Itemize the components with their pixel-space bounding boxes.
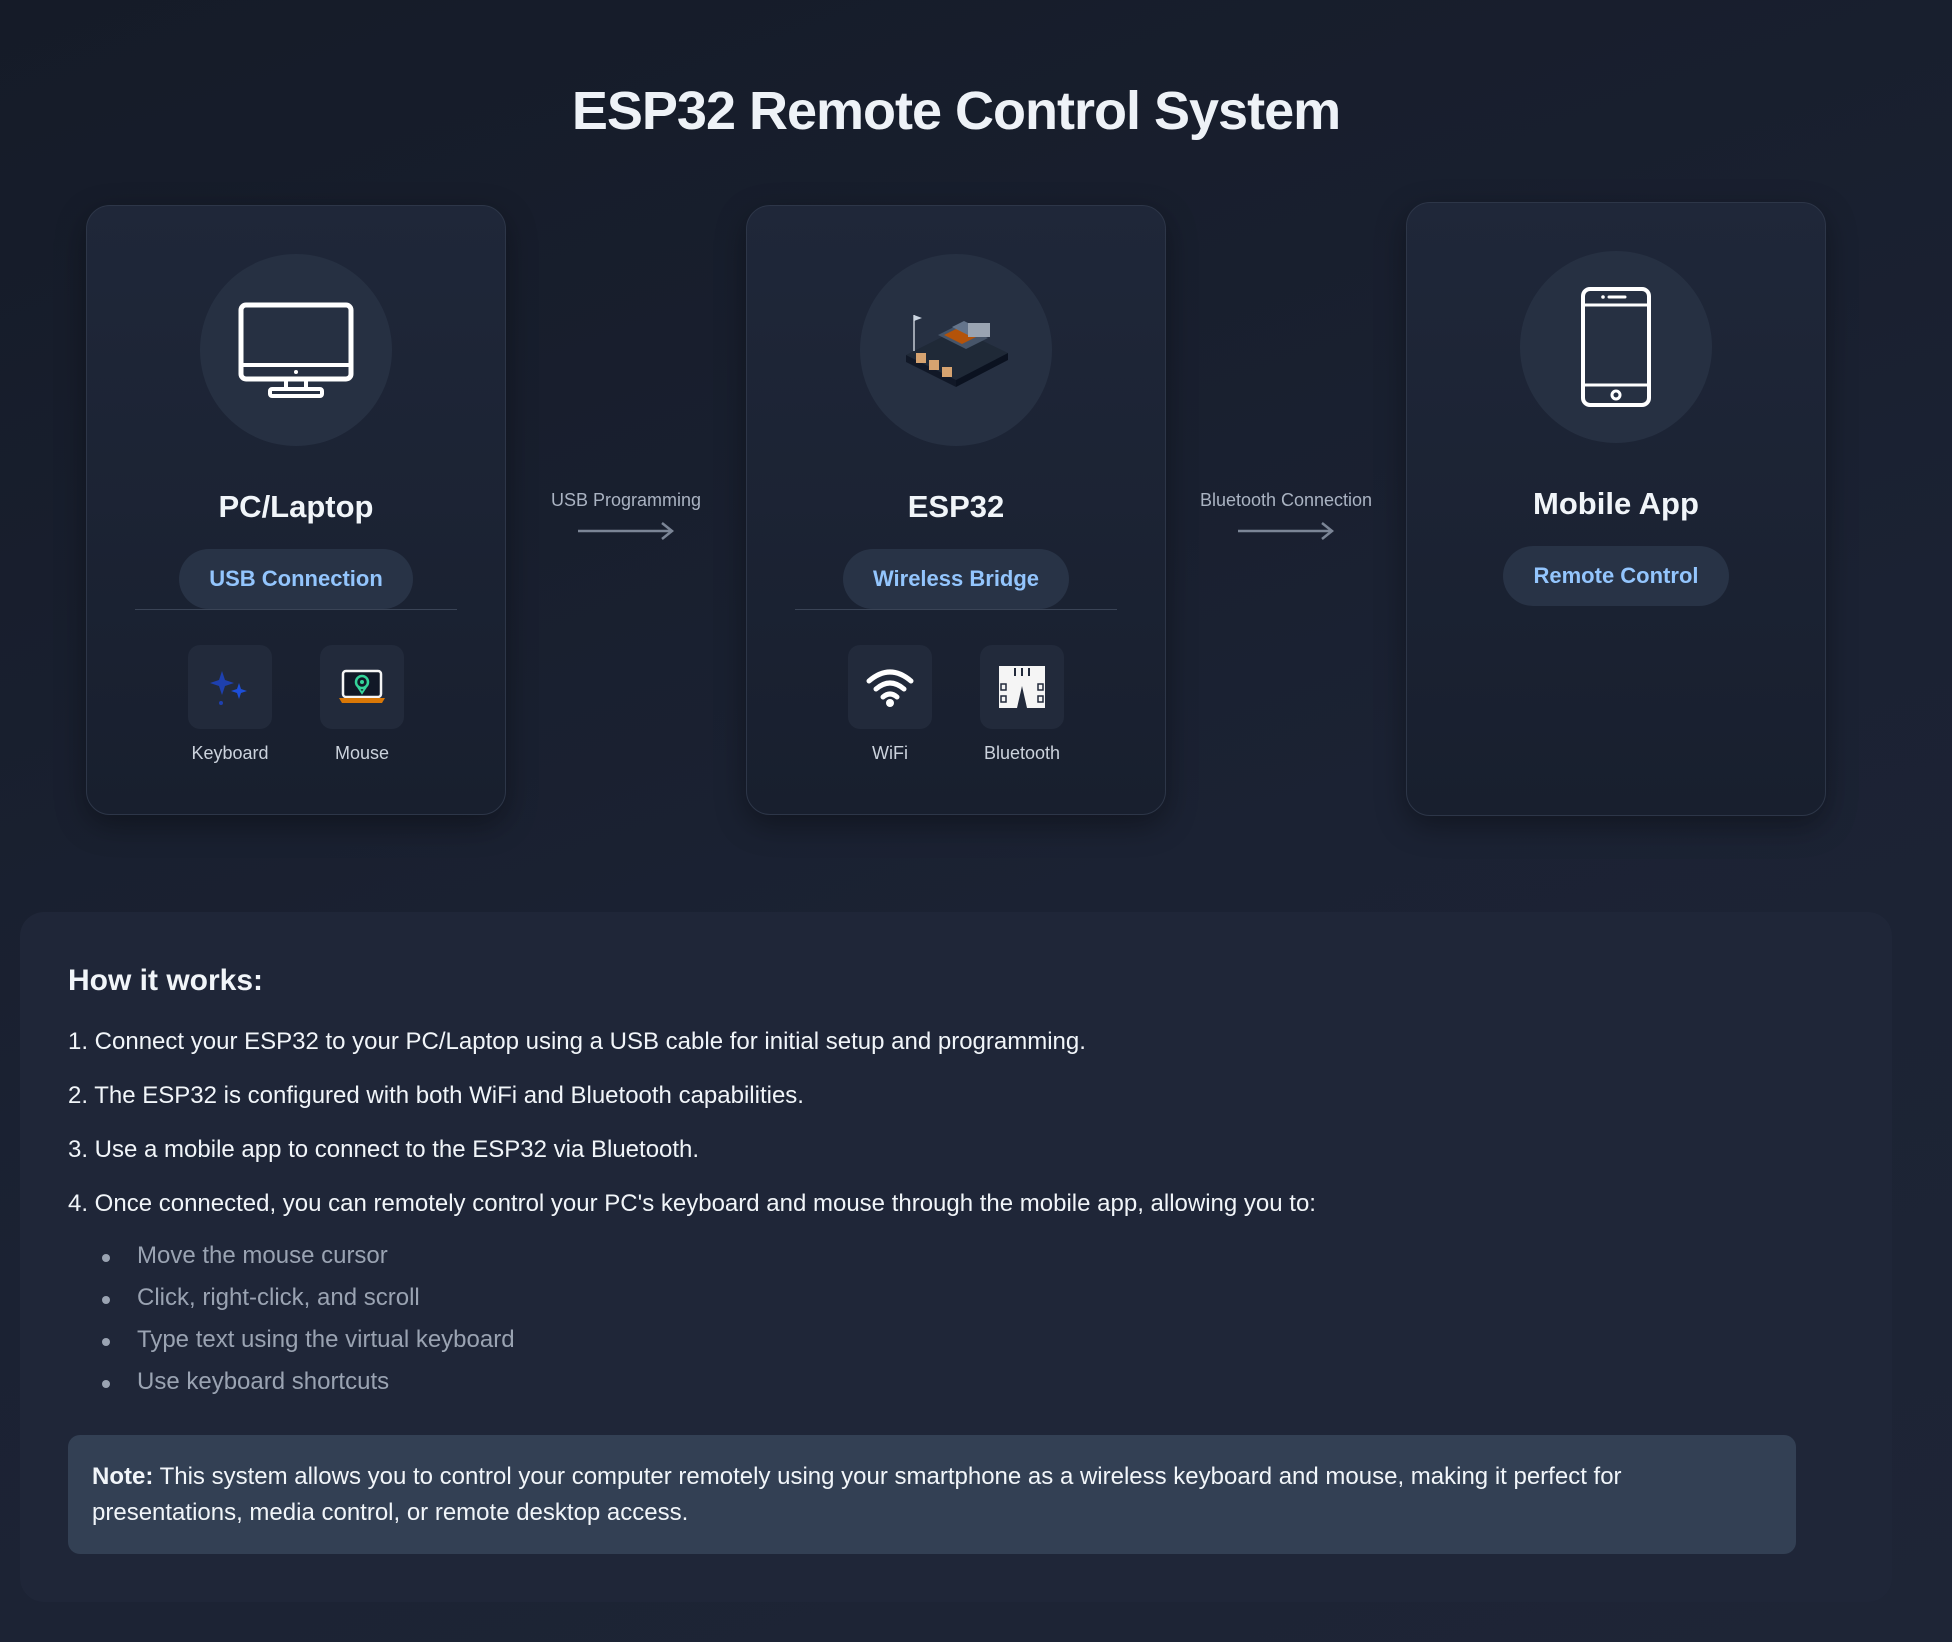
step-item: 1. Connect your ESP32 to your PC/Laptop … bbox=[68, 1028, 1086, 1055]
sparkles-icon bbox=[210, 671, 247, 705]
monitor-icon bbox=[238, 302, 354, 398]
arrow-right-icon bbox=[578, 522, 675, 540]
smartphone-icon bbox=[1581, 287, 1651, 407]
note-box: Note: This system allows you to control … bbox=[68, 1435, 1796, 1554]
laptop-location-icon bbox=[339, 669, 385, 703]
feature-label: Bluetooth bbox=[983, 743, 1061, 763]
section-heading: How it works: bbox=[68, 964, 264, 997]
status-badge: USB Connection bbox=[179, 549, 413, 609]
connector-label: Bluetooth Connection bbox=[1199, 490, 1373, 510]
node-title: PC/Laptop bbox=[218, 489, 374, 524]
node-card-mobile-app: Mobile App Remote Control bbox=[1406, 202, 1826, 816]
note-label: Note: bbox=[92, 1463, 154, 1490]
divider bbox=[135, 609, 457, 610]
feature-bluetooth: Bluetooth bbox=[957, 645, 1087, 764]
connector-label: USB Programming bbox=[550, 490, 702, 510]
feature-keyboard: Keyboard bbox=[165, 645, 295, 764]
how-it-works-panel: How it works: 1. Connect your ESP32 to y… bbox=[20, 912, 1892, 1602]
shorts-icon bbox=[999, 666, 1045, 708]
feature-label: WiFi bbox=[872, 743, 908, 763]
capability-list: Move the mouse cursor Click, right-click… bbox=[102, 1235, 515, 1403]
circuit-board-icon bbox=[906, 315, 1008, 387]
list-item: Type text using the virtual keyboard bbox=[102, 1319, 515, 1361]
node-icon-circle bbox=[1520, 251, 1712, 443]
list-item: Use keyboard shortcuts bbox=[102, 1361, 515, 1403]
step-item: 3. Use a mobile app to connect to the ES… bbox=[68, 1136, 700, 1163]
arrow-right-icon bbox=[1238, 522, 1335, 540]
feature-label: Mouse bbox=[334, 743, 390, 763]
page-title: ESP32 Remote Control System bbox=[571, 81, 1341, 142]
node-card-esp32: ESP32 Wireless Bridge WiFi Bluetooth bbox=[746, 205, 1166, 815]
node-title: Mobile App bbox=[1533, 486, 1699, 521]
connector-usb-programming: USB Programming bbox=[536, 490, 716, 543]
node-card-pc: PC/Laptop USB Connection Keyboard Mouse bbox=[86, 205, 506, 815]
list-item: Move the mouse cursor bbox=[102, 1235, 515, 1277]
list-item: Click, right-click, and scroll bbox=[102, 1277, 515, 1319]
feature-wifi: WiFi bbox=[825, 645, 955, 764]
feature-mouse: Mouse bbox=[297, 645, 427, 764]
node-title: ESP32 bbox=[907, 489, 1005, 524]
node-icon-circle bbox=[860, 254, 1052, 446]
feature-label: Keyboard bbox=[191, 743, 269, 763]
wifi-icon bbox=[866, 669, 914, 707]
step-item: 2. The ESP32 is configured with both WiF… bbox=[68, 1082, 804, 1109]
connector-bluetooth: Bluetooth Connection bbox=[1196, 490, 1376, 543]
status-badge: Remote Control bbox=[1503, 546, 1729, 606]
status-badge: Wireless Bridge bbox=[843, 549, 1069, 609]
note-text: This system allows you to control your c… bbox=[92, 1463, 1622, 1526]
node-icon-circle bbox=[200, 254, 392, 446]
step-item: 4. Once connected, you can remotely cont… bbox=[68, 1190, 1316, 1217]
divider bbox=[795, 609, 1117, 610]
